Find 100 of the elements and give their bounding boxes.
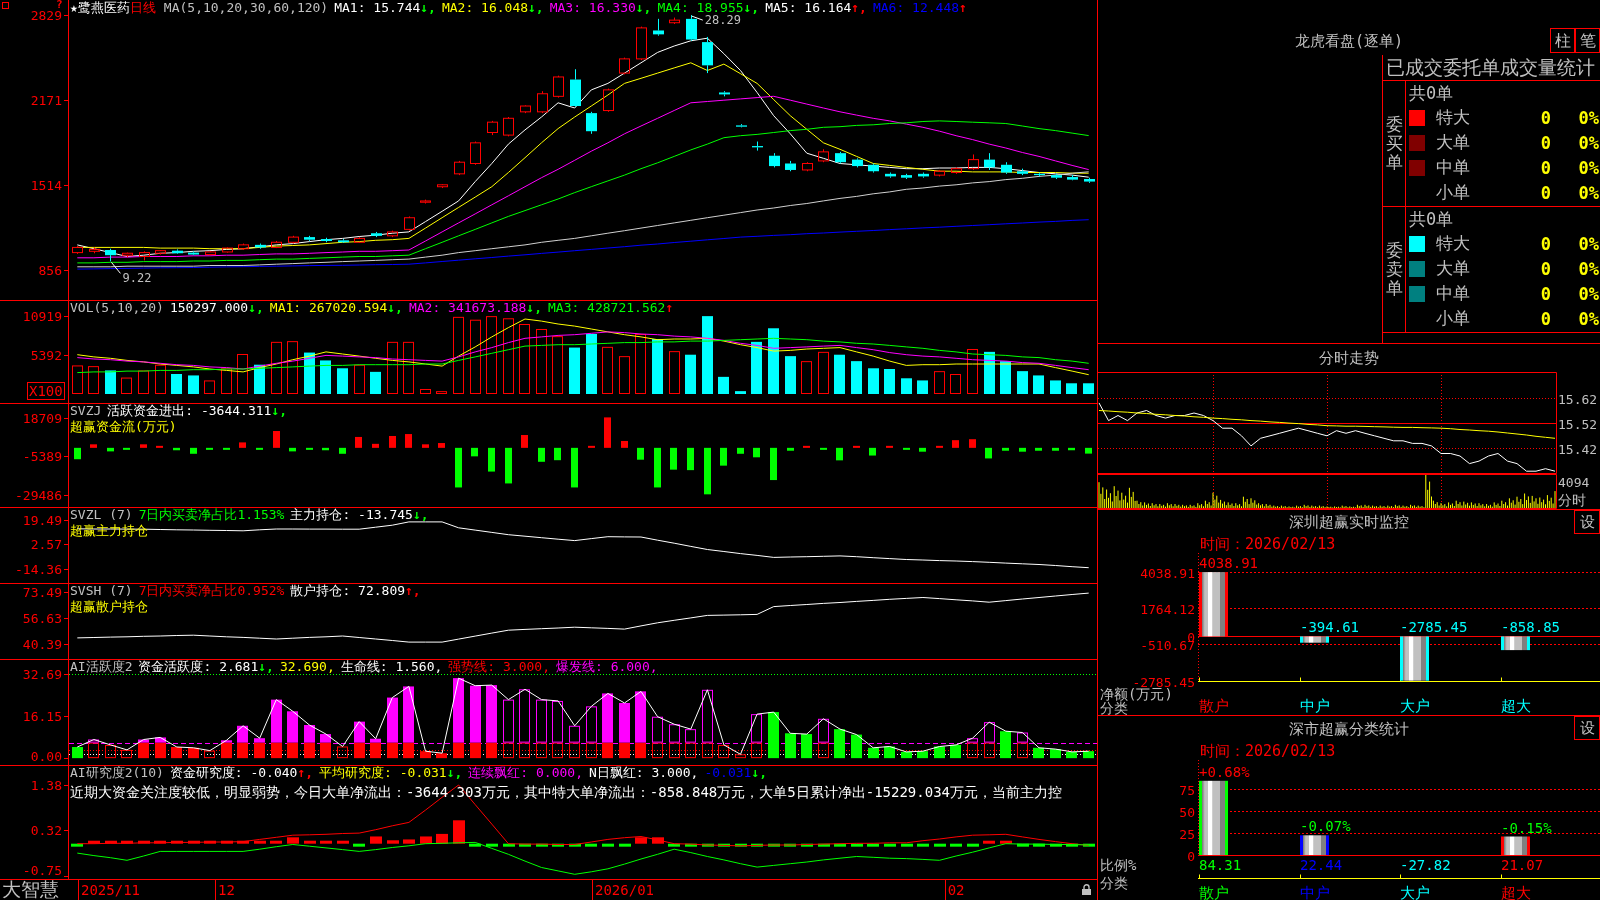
order-size-label: 中单 [1436,282,1470,305]
legend-text: MA(5,10,20,30,60,120) [163,1,329,15]
axis-label: 1.38 [30,778,62,793]
legend-text: -0.031 [704,766,752,780]
axis-label: -0.75 [22,863,62,878]
category-label: 大户 [1400,884,1430,900]
category-label: 中户 [1300,697,1330,715]
trend-arrow: ↑ [959,1,967,15]
annotation: 9.22 [122,271,152,286]
axis-label: 25 [1179,826,1195,842]
axis-label: 15.52 [1558,416,1598,432]
legend-text: N日飘红: 3.000, [589,766,699,780]
axis-label: 16.15 [22,709,62,724]
order-share: 0% [1578,233,1599,254]
legend-text: MA2: 341673.188 [408,301,527,315]
order-count: 0 [1540,107,1551,128]
value-label: -27.82 [1400,857,1451,873]
annotation: 28.29 [704,13,741,28]
order-count: 0 [1540,308,1551,329]
date-time-text: 时间：2026/02/13 [1200,741,1336,761]
legend-text: MA4: 18.955 [657,1,744,15]
order-share: 0% [1578,157,1599,178]
axis-label: 0 [1187,848,1195,864]
chart-period: 日线 [129,1,156,15]
legend-text: 7日内买卖净占比0.952% [138,584,285,598]
legend-text: 资金活跃度: 2.681 [138,660,259,674]
order-share: 0% [1578,308,1599,329]
trend-arrow: ↑, [851,1,867,15]
legend-text: SVZJ [70,404,102,418]
date-label: 2026/01 [595,882,654,898]
order-count: 0 [1540,233,1551,254]
group-label: 委买单 [1385,115,1403,172]
axis-label: 5392 [30,348,62,363]
trend-arrow: ↓, [743,1,760,15]
order-count: 0 [1540,182,1551,203]
axis-label: 15.62 [1558,391,1598,407]
indicator-title: 超赢资金流(万元) [70,419,178,434]
legend-text: 平均研究度: -0.031 [319,766,447,780]
change-label: -0.07% [1300,818,1351,835]
legend-text: MA3: 428721.562 [548,301,666,315]
axis-label: 19.49 [22,513,62,528]
axis-label: 18709 [22,411,62,426]
axis-label: 0.32 [30,823,62,838]
axis-label: 2.57 [30,537,62,552]
panel-title: 深圳超赢实时监控 [1289,513,1409,532]
legend-text: MA1: 267020.594 [269,301,388,315]
value-label: -858.85 [1501,619,1560,636]
axis-label: 50 [1179,804,1195,820]
value-label: 22.44 [1300,857,1343,873]
order-count: 0 [1540,283,1551,304]
axis-label: 56.63 [22,611,62,626]
category-label: 散户 [1199,884,1229,900]
order-share: 0% [1578,132,1599,153]
axis-title: 净额(万元) [1100,686,1173,702]
category-label: 超大 [1501,884,1531,900]
order-share: 0% [1578,107,1599,128]
axis-label: 10919 [22,309,62,324]
legend-text: 资金研究度: -0.040 [169,766,298,780]
trend-arrow: ↑ [665,301,674,315]
trend-arrow: ↓, [635,1,652,15]
value-label: -2785.45 [1400,619,1468,636]
legend-text: 连续飘红: 0.000, [468,766,583,780]
axis-label: 40.39 [22,637,62,652]
trend-arrow: ↓, [412,508,429,522]
legend-text: MA1: 15.744 [334,1,421,15]
table-title: 已成交委托单成交量统计 [1383,55,1600,81]
panel-title: 龙虎看盘(逐单) [1294,31,1404,51]
order-count: 0 [1540,258,1551,279]
axis-title: 比例% [1100,857,1137,873]
trend-arrow: ↑, [405,584,421,598]
legend-text: MA5: 16.164 [765,1,852,15]
axis-label: -14.36 [15,562,62,577]
order-size-label: 大单 [1436,257,1470,280]
legend-text: MA3: 16.330 [549,1,636,15]
value-label: -394.61 [1300,619,1359,636]
legend-text: 强势线: 3.000, [448,660,550,674]
trend-arrow: ↓, [751,766,768,780]
trend-arrow: ↑, [297,766,314,780]
order-size-label: 特大 [1436,232,1470,255]
legend-text: 7日内买卖净占比1.153% [138,508,285,522]
stock-name: 鹭燕医药 [77,1,130,15]
legend-text: SVZL (7) [70,508,133,522]
date-label: 12 [218,882,235,898]
order-share: 0% [1578,182,1599,203]
legend-text: 主力持仓: -13.745 [290,508,413,522]
legend-text: 散户持仓: 72.809 [290,584,406,598]
legend-text: 32.690, [279,660,335,674]
change-label: +0.68% [1199,763,1250,780]
order-size-label: 特大 [1436,106,1470,129]
axis-label: 4038.91 [1140,565,1195,581]
legend-text: 150297.000 [169,301,249,315]
trend-arrow: ↓, [420,1,436,15]
legend-text: AI研究度2(10) [70,766,164,780]
volume-scale-label: 4094 [1558,475,1590,490]
trend-arrow: ↓, [258,660,274,674]
star-icon: ★ [70,1,78,15]
low-price-label: 9.22 [110,261,152,286]
axis-label: 73.49 [22,585,62,600]
legend-text: 活跃资金进出: -3644.311 [107,404,272,418]
order-total: 共0单 [1409,82,1454,105]
